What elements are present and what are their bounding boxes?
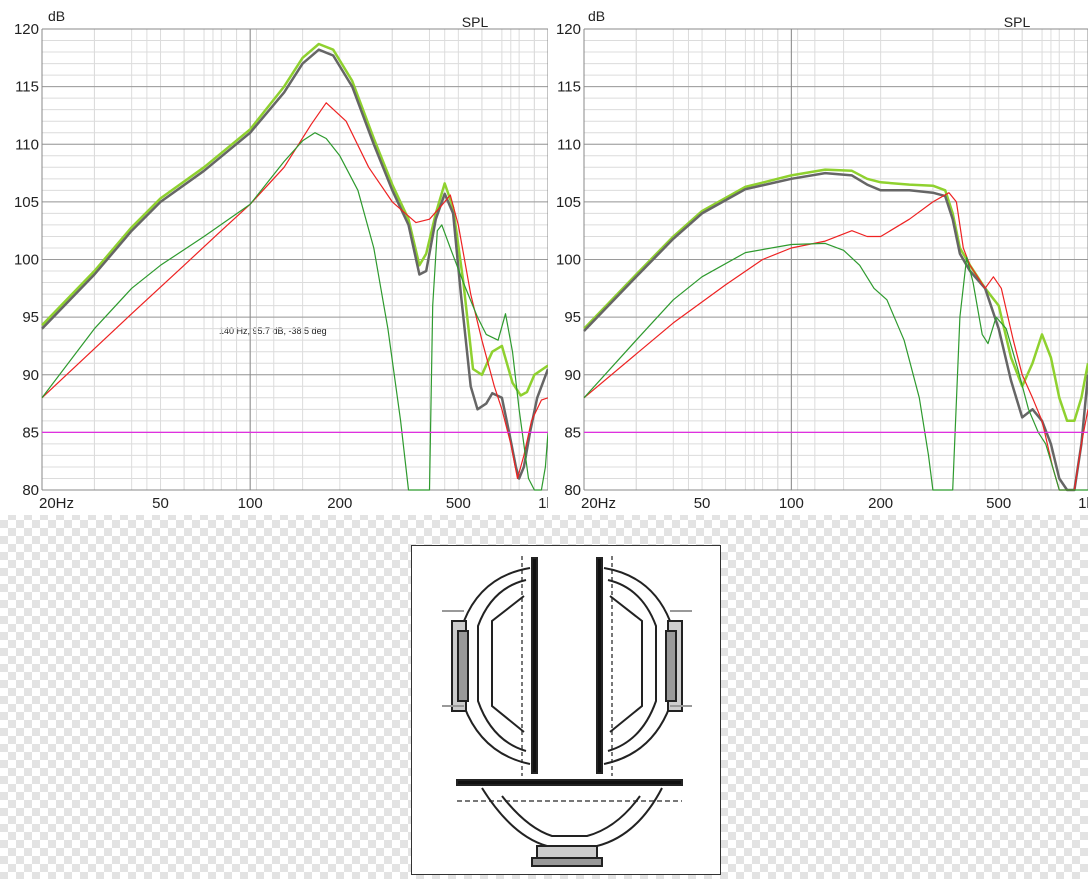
spl-chart-right: dB SPL 120 115 110 105 100 95 90 85 80 20Hz 50 100 2… [548, 0, 1088, 515]
loudspeaker-driver-illustration [442, 556, 692, 867]
driver-side-right [596, 556, 692, 776]
y-tick-label: 120 [556, 21, 581, 38]
y-tick-label: 80 [564, 482, 581, 499]
y-unit-label: dB [48, 8, 65, 24]
y-tick-label: 85 [564, 424, 581, 441]
y-tick-label: 105 [14, 194, 39, 211]
spl-chart-left: dB SPL 140 Hz, 95.7 dB, -38.5 deg 120 115… [0, 0, 548, 515]
series-line-1 [41, 48, 548, 480]
series-group [583, 168, 1088, 492]
x-tick-label: 200 [868, 495, 893, 512]
x-tick-label: 20Hz [39, 495, 74, 512]
chart-title: SPL [1004, 14, 1031, 30]
y-tick-label: 80 [22, 482, 39, 499]
x-tick-label: 100 [779, 495, 804, 512]
series-line-0 [41, 42, 548, 397]
y-unit-label: dB [588, 8, 605, 24]
x-tick-label: 1k [1078, 495, 1088, 512]
y-tick-label: 105 [556, 194, 581, 211]
x-tick-label: 100 [238, 495, 263, 512]
spl-chart-left-svg: dB SPL 140 Hz, 95.7 dB, -38.5 deg 120 115… [14, 8, 548, 512]
grid [583, 28, 1088, 491]
series-line-2 [583, 192, 1088, 491]
x-tick-label: 500 [986, 495, 1011, 512]
driver-side-left [442, 556, 538, 776]
series-line-1 [583, 171, 1088, 492]
series-line-3 [41, 132, 548, 491]
y-tick-label: 120 [14, 21, 39, 38]
y-tick-label: 90 [564, 367, 581, 384]
y-tick-label: 95 [564, 309, 581, 326]
series-line-2 [41, 102, 548, 480]
grid [41, 28, 548, 491]
cursor-readout: 140 Hz, 95.7 dB, -38.5 deg [219, 326, 327, 336]
y-tick-label: 95 [22, 309, 39, 326]
x-tick-label: 50 [152, 495, 169, 512]
y-tick-label: 115 [557, 79, 581, 96]
y-tick-label: 90 [22, 367, 39, 384]
x-tick-label: 500 [446, 495, 471, 512]
chart-title: SPL [462, 14, 489, 30]
x-tick-label: 1k [538, 495, 548, 512]
y-tick-label: 115 [15, 79, 39, 96]
y-tick-label: 100 [556, 252, 581, 269]
series-group [41, 42, 548, 491]
driver-front-bottom [456, 779, 683, 867]
x-tick-label: 200 [327, 495, 352, 512]
y-tick-label: 85 [22, 424, 39, 441]
y-tick-label: 110 [557, 136, 581, 153]
spl-chart-right-svg: dB SPL 120 115 110 105 100 95 90 85 8020Hz 50 100 2… [556, 8, 1088, 512]
driver-drawing [411, 545, 721, 875]
y-tick-label: 110 [15, 136, 39, 153]
y-tick-label: 100 [14, 252, 39, 269]
x-tick-label: 50 [694, 495, 711, 512]
x-tick-label: 20Hz [581, 495, 616, 512]
series-line-3 [583, 242, 1088, 491]
